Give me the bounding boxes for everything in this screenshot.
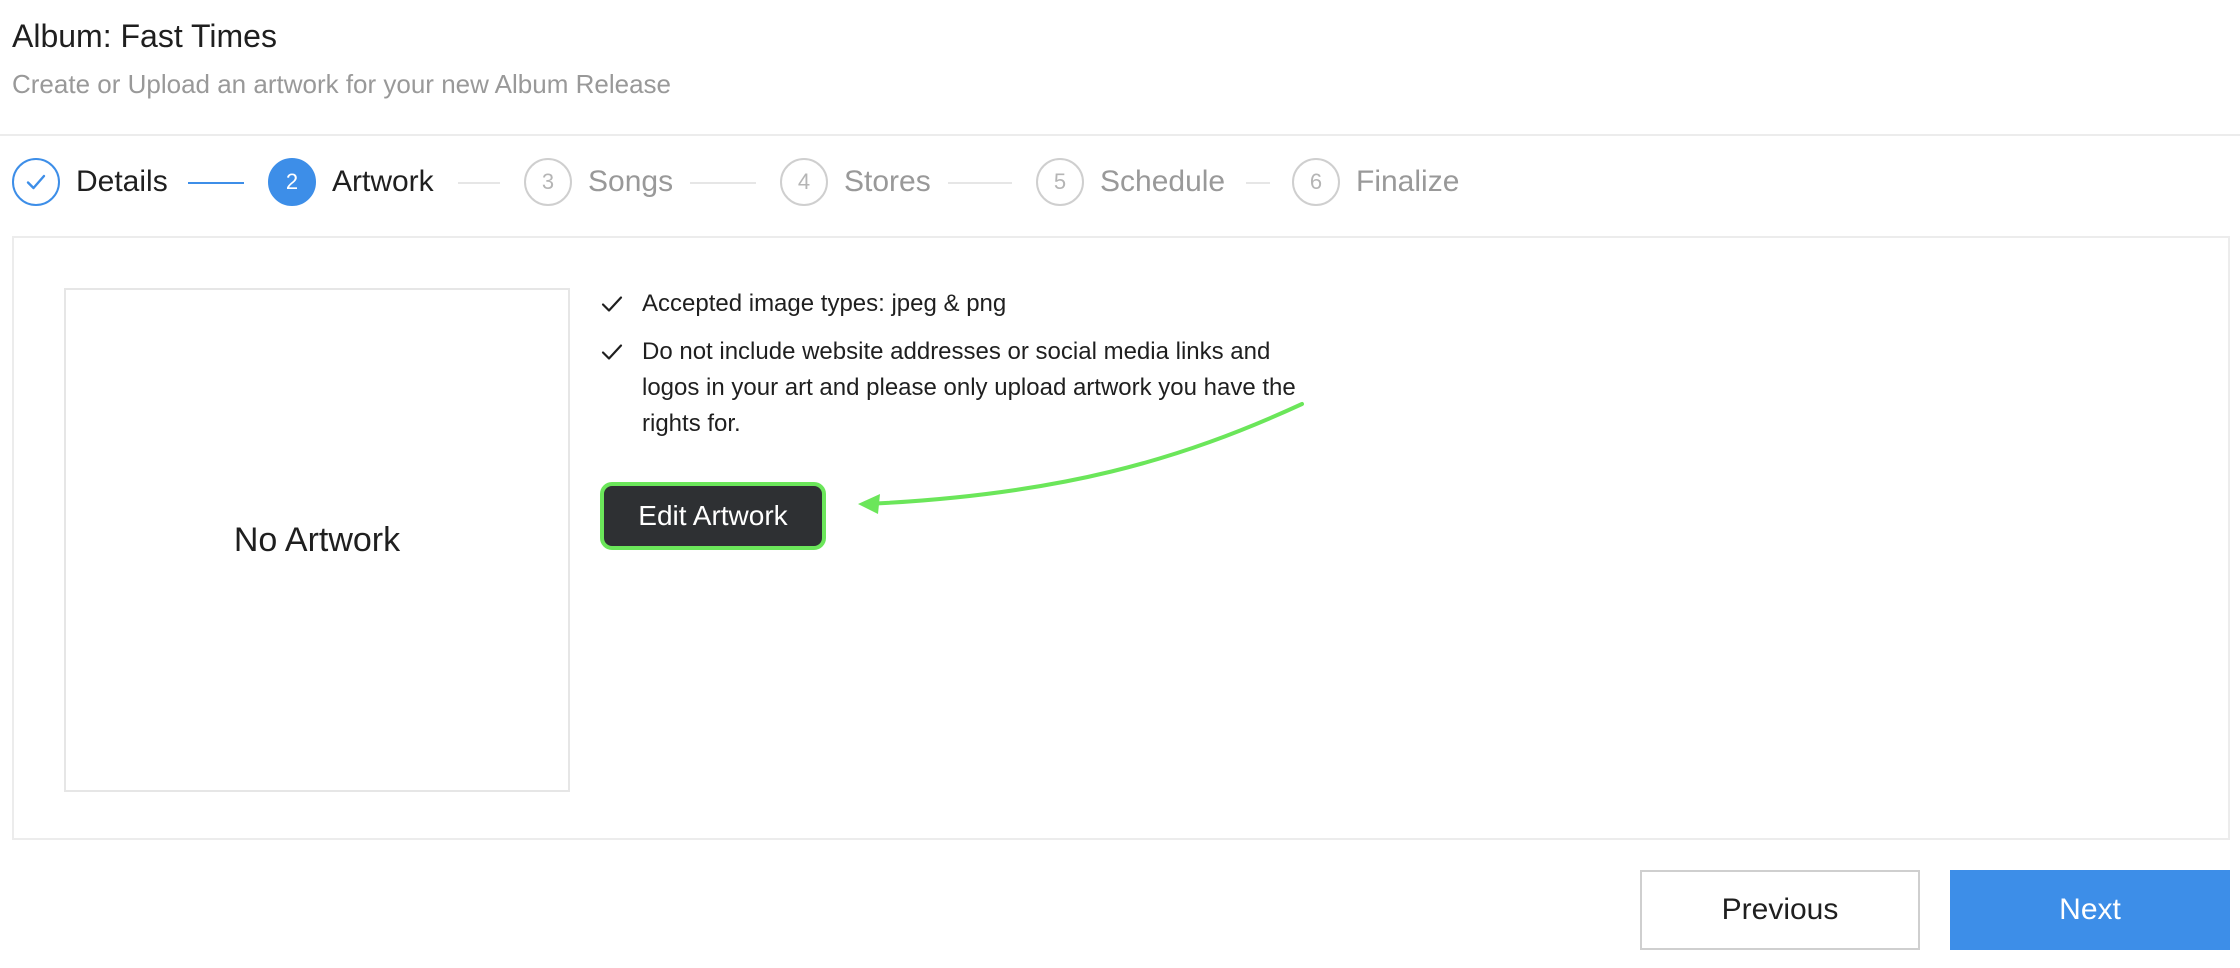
step-songs-circle[interactable]: 3 [524, 158, 572, 206]
header-divider [0, 134, 2240, 136]
header: Album: Fast Times Create or Upload an ar… [12, 14, 671, 99]
previous-button[interactable]: Previous [1640, 870, 1920, 950]
check-icon [26, 174, 46, 190]
step-finalize-circle[interactable]: 6 [1292, 158, 1340, 206]
step-connector [948, 182, 1012, 184]
step-stores-label[interactable]: Stores [844, 162, 931, 202]
artwork-panel: No Artwork Accepted image types: jpeg & … [12, 236, 2230, 840]
requirement-item: Do not include website addresses or soci… [600, 334, 1320, 442]
requirement-text: Do not include website addresses or soci… [642, 338, 1296, 437]
page-subtitle: Create or Upload an artwork for your new… [12, 69, 671, 99]
step-artwork-label[interactable]: Artwork [332, 162, 434, 202]
step-artwork-circle[interactable]: 2 [268, 158, 316, 206]
step-finalize-label[interactable]: Finalize [1356, 162, 1459, 202]
step-connector [690, 182, 756, 184]
requirement-text: Accepted image types: jpeg & png [642, 290, 1007, 317]
album-artwork-page: Album: Fast Times Create or Upload an ar… [0, 0, 2240, 968]
artwork-requirements: Accepted image types: jpeg & png Do not … [600, 286, 1320, 454]
step-details-circle[interactable] [12, 158, 60, 206]
step-schedule-label[interactable]: Schedule [1100, 162, 1225, 202]
step-connector [458, 182, 500, 184]
step-connector [188, 182, 244, 184]
step-connector [1246, 182, 1270, 184]
page-title: Album: Fast Times [12, 18, 277, 54]
step-stores-circle[interactable]: 4 [780, 158, 828, 206]
artwork-preview: No Artwork [64, 288, 570, 792]
step-schedule-circle[interactable]: 5 [1036, 158, 1084, 206]
step-songs-label[interactable]: Songs [588, 162, 673, 202]
step-details-label[interactable]: Details [76, 162, 168, 202]
progress-stepper: Details 2 Artwork 3 Songs 4 Stores 5 Sch… [0, 156, 2240, 208]
edit-artwork-button[interactable]: Edit Artwork [600, 482, 826, 550]
check-icon [601, 344, 623, 360]
artwork-placeholder-text: No Artwork [233, 520, 401, 559]
check-icon [601, 296, 623, 312]
requirement-item: Accepted image types: jpeg & png [600, 286, 1320, 322]
next-button[interactable]: Next [1950, 870, 2230, 950]
